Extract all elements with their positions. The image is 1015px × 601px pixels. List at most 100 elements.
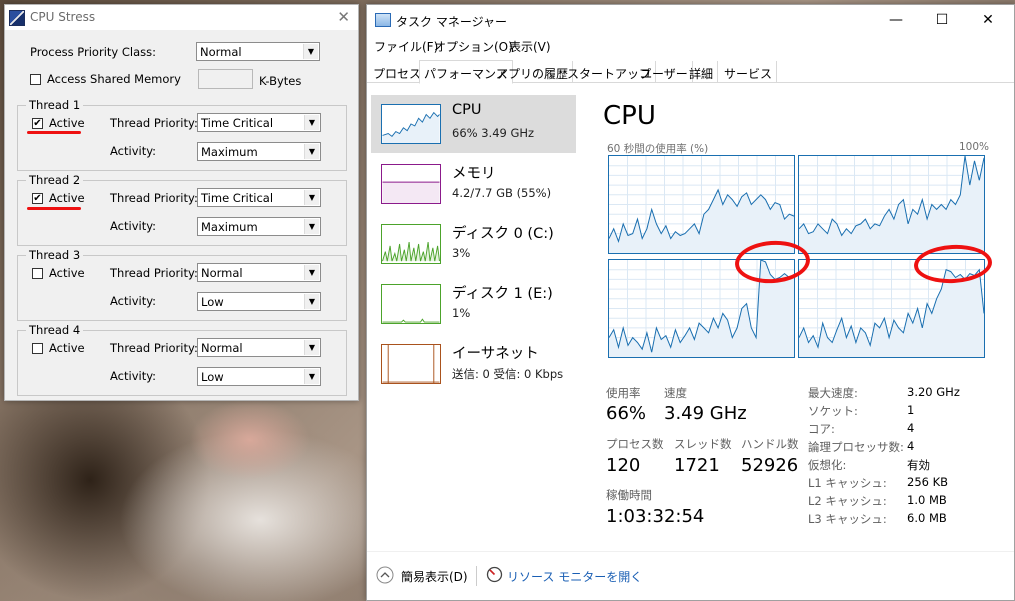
thread-priority-value: Time Critical: [201, 116, 274, 130]
menu-options[interactable]: オプション(O): [434, 38, 513, 55]
thread-activity-label: Activity:: [110, 294, 157, 308]
chevron-down-icon[interactable]: ▼: [303, 44, 318, 59]
thread-priority-value: Normal: [201, 266, 243, 280]
ethernet-thumbnail: [381, 344, 441, 384]
thread-activity-select[interactable]: Maximum ▼: [197, 142, 321, 161]
thread-active-label: Active: [49, 191, 85, 205]
thread-legend: Thread 2: [26, 173, 84, 187]
thread-activity-select[interactable]: Low ▼: [197, 292, 321, 311]
thread-activity-label: Activity:: [110, 144, 157, 158]
handles-label: ハンドル数: [741, 437, 799, 451]
chevron-up-icon[interactable]: [376, 566, 394, 584]
threads-value: 1721: [674, 455, 720, 476]
graph-max-label: 100%: [959, 141, 990, 153]
chevron-down-icon[interactable]: ▼: [304, 115, 319, 130]
speed-label: 速度: [664, 386, 687, 400]
priority-class-label: Process Priority Class:: [30, 45, 156, 59]
thread-active-checkbox[interactable]: ✔: [32, 118, 43, 129]
tab-processes[interactable]: プロセス: [369, 61, 427, 83]
tab-app-history[interactable]: アプリの履歴: [492, 61, 574, 83]
thread-activity-select[interactable]: Low ▼: [197, 367, 321, 386]
resource-name: ディスク 1 (E:): [452, 286, 553, 302]
thread-activity-label: Activity:: [110, 219, 157, 233]
chevron-down-icon[interactable]: ▼: [304, 369, 319, 384]
task-manager-app-icon: [375, 13, 391, 27]
chevron-down-icon[interactable]: ▼: [304, 340, 319, 355]
resource-monitor-icon: [486, 566, 503, 583]
resource-sub: 送信: 0 受信: 0 Kbps: [452, 367, 564, 381]
chevron-down-icon[interactable]: ▼: [304, 144, 319, 159]
thread-priority-select[interactable]: Time Critical ▼: [197, 188, 321, 207]
resource-sub: 1%: [452, 306, 471, 320]
priority-class-select[interactable]: Normal ▼: [196, 42, 320, 61]
minimize-icon[interactable]: —: [873, 5, 919, 36]
graph-caption: 60 秒間の使用率 (%): [607, 143, 709, 155]
resource-sub: 3%: [452, 246, 471, 260]
thread-legend: Thread 4: [26, 323, 84, 337]
maximize-icon[interactable]: ☐: [919, 5, 965, 36]
thread-activity-value: Maximum: [201, 220, 258, 234]
window-title: CPU Stress: [30, 10, 96, 24]
spec-label: コア:: [808, 422, 835, 436]
chevron-down-icon[interactable]: ▼: [304, 294, 319, 309]
task-manager-titlebar[interactable]: タスク マネージャー — ☐ ✕: [367, 5, 1014, 36]
menu-file[interactable]: ファイル(F): [374, 38, 438, 55]
thread-activity-label: Activity:: [110, 369, 157, 383]
thread-activity-value: Low: [201, 295, 224, 309]
spec-value: 有効: [907, 458, 930, 472]
thread-active-checkbox[interactable]: [32, 268, 43, 279]
footer: 簡易表示(D) リソース モニターを開く: [367, 551, 1014, 599]
kbytes-label: K-Bytes: [259, 74, 302, 88]
resource-sub: 4.2/7.7 GB (55%): [452, 186, 552, 200]
close-icon[interactable]: ✕: [337, 8, 350, 26]
priority-class-value: Normal: [200, 45, 242, 59]
close-icon[interactable]: ✕: [965, 5, 1011, 36]
red-underline-annotation: [27, 207, 81, 210]
shared-memory-label: Access Shared Memory: [47, 72, 181, 86]
chevron-down-icon[interactable]: ▼: [304, 265, 319, 280]
spec-label: 論理プロセッサ数:: [808, 440, 904, 454]
shared-memory-checkbox[interactable]: [30, 74, 41, 85]
thread-priority-label: Thread Priority:: [110, 266, 198, 280]
cpu-core-chart: [608, 156, 795, 253]
thread-priority-select[interactable]: Normal ▼: [197, 263, 321, 282]
thread-activity-select[interactable]: Maximum ▼: [197, 217, 321, 236]
cpu-heading: CPU: [603, 101, 656, 131]
task-manager-window: タスク マネージャー — ☐ ✕ ファイル(F) オプション(O) 表示(V) …: [366, 4, 1015, 601]
thread-activity-value: Maximum: [201, 145, 258, 159]
resource-ethernet[interactable]: イーサネット 送信: 0 受信: 0 Kbps: [371, 335, 576, 393]
thread-priority-select[interactable]: Time Critical ▼: [197, 113, 321, 132]
uptime-value: 1:03:32:54: [606, 506, 705, 527]
thread-priority-select[interactable]: Normal ▼: [197, 338, 321, 357]
kbytes-input[interactable]: [198, 69, 253, 89]
chevron-down-icon[interactable]: ▼: [304, 190, 319, 205]
thread-active-checkbox[interactable]: [32, 343, 43, 354]
open-resource-monitor-link[interactable]: リソース モニターを開く: [507, 568, 642, 585]
spec-value: 4: [907, 421, 915, 435]
spec-label: L2 キャッシュ:: [808, 494, 887, 508]
tab-services[interactable]: サービス: [720, 61, 778, 83]
thread-group-1: Thread 1 ✔ Active Thread Priority: Time Crit…: [17, 98, 347, 171]
cpu-core-graph-1: [798, 155, 985, 254]
thread-legend: Thread 3: [26, 248, 84, 262]
red-underline-annotation: [27, 131, 81, 134]
resource-cpu[interactable]: CPU 66% 3.49 GHz: [371, 95, 576, 153]
fewer-details-link[interactable]: 簡易表示(D): [401, 568, 468, 585]
window-title: タスク マネージャー: [396, 15, 507, 29]
thread-active-checkbox[interactable]: ✔: [32, 193, 43, 204]
processes-value: 120: [606, 455, 641, 476]
chevron-down-icon[interactable]: ▼: [304, 219, 319, 234]
utilization-label: 使用率: [606, 386, 641, 400]
thread-priority-label: Thread Priority:: [110, 191, 198, 205]
resource-disk-0[interactable]: ディスク 0 (C:) 3%: [371, 215, 576, 273]
cpu-thumbnail: [381, 104, 441, 144]
menu-view[interactable]: 表示(V): [509, 38, 551, 55]
tab-details[interactable]: 詳細: [685, 61, 719, 83]
resource-memory[interactable]: メモリ 4.2/7.7 GB (55%): [371, 155, 576, 213]
utilization-value: 66%: [606, 403, 647, 424]
spec-value: 4: [907, 439, 915, 453]
speed-value: 3.49 GHz: [664, 403, 747, 424]
thread-active-label: Active: [49, 266, 85, 280]
cpu-stress-titlebar[interactable]: CPU Stress ✕: [5, 5, 358, 30]
resource-disk-1[interactable]: ディスク 1 (E:) 1%: [371, 275, 576, 333]
